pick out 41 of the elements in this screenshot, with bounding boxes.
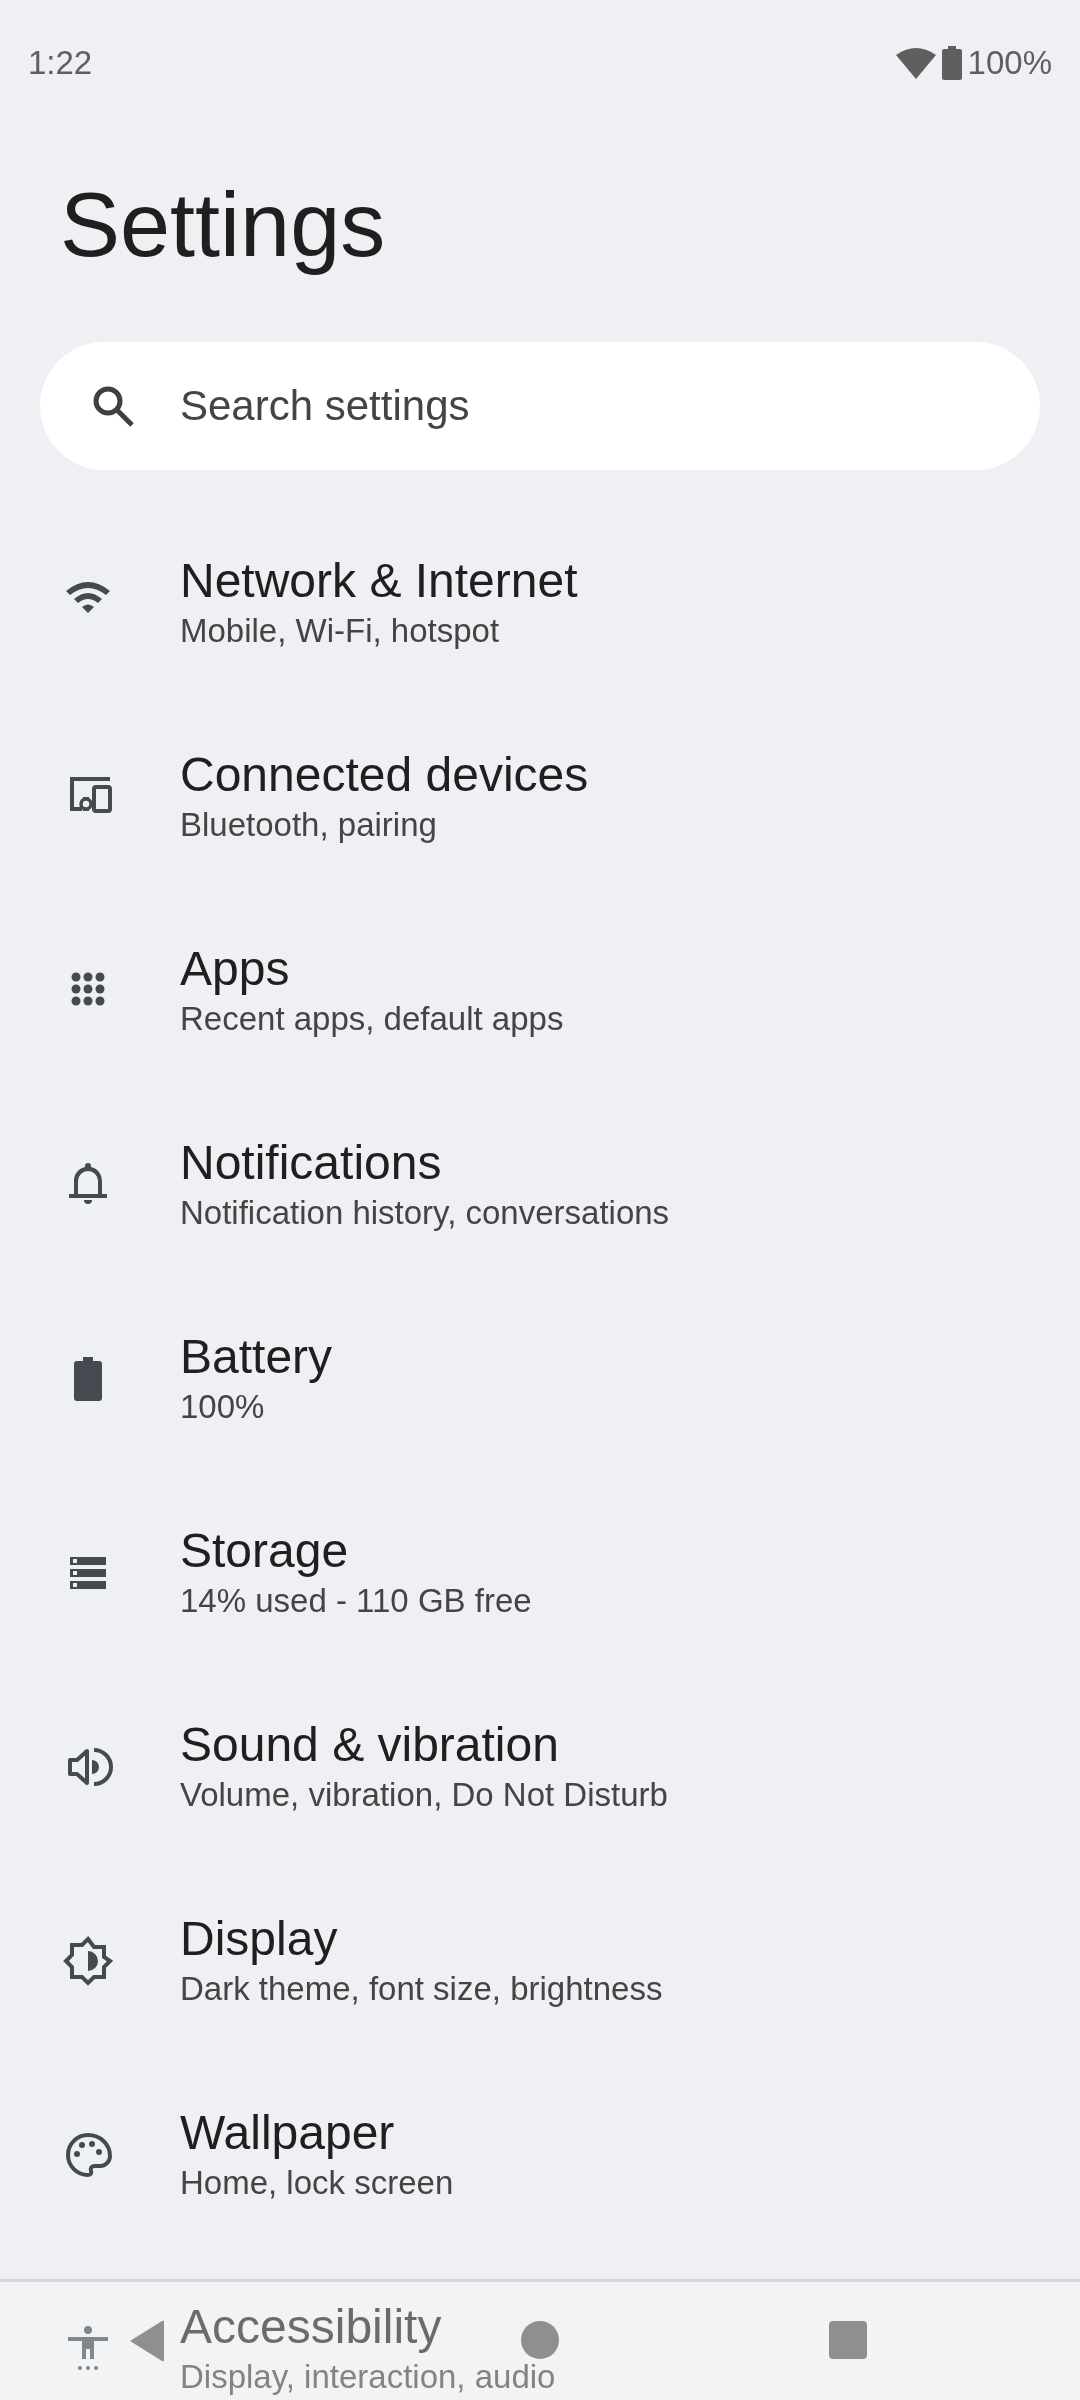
- item-subtitle: Mobile, Wi-Fi, hotspot: [180, 611, 500, 651]
- battery-percentage: 100%: [967, 43, 1052, 82]
- brightness-icon: [62, 1935, 114, 1987]
- search-field[interactable]: Search settings: [178, 381, 1040, 431]
- settings-item[interactable]: Sound & vibration Volume, vibration, Do Not Disturb: [0, 1670, 1080, 1864]
- item-subtitle: Bluetooth, pairing: [180, 805, 437, 845]
- item-title: Storage: [180, 1523, 349, 1579]
- settings-item[interactable]: Display Dark theme, font size, brightness: [0, 1864, 1080, 2058]
- settings-item[interactable]: Notifications Notification history, conversations: [0, 1088, 1080, 1282]
- settings-item[interactable]: Battery 100%: [0, 1282, 1080, 1476]
- page-title: Settings: [60, 174, 386, 277]
- item-title: Wallpaper: [180, 2105, 395, 2161]
- item-title: Connected devices: [180, 747, 589, 803]
- item-title: Sound & vibration: [180, 1717, 559, 1773]
- item-subtitle: Notification history, conversations: [180, 1193, 670, 1233]
- settings-item[interactable]: Network & Internet Mobile, Wi-Fi, hotspot: [0, 506, 1080, 700]
- settings-item[interactable]: Wallpaper Home, lock screen: [0, 2058, 1080, 2252]
- home-button[interactable]: [520, 2320, 560, 2360]
- item-subtitle: 100%: [180, 1387, 265, 1427]
- clock-time: 1:22: [28, 43, 93, 82]
- settings-item[interactable]: Connected devices Bluetooth, pairing: [0, 700, 1080, 894]
- battery-icon: [941, 45, 962, 80]
- item-title: Accessibility: [180, 2299, 442, 2355]
- item-subtitle: Volume, vibration, Do Not Disturb: [180, 1775, 668, 1815]
- item-subtitle: Display, interaction, audio: [180, 2357, 556, 2397]
- recents-button[interactable]: [828, 2320, 868, 2360]
- search-icon: [92, 385, 134, 427]
- settings-item[interactable]: Apps Recent apps, default apps: [0, 894, 1080, 1088]
- settings-item[interactable]: Accessibility Display, interaction, audio: [0, 2252, 1080, 2400]
- item-subtitle: Dark theme, font size, brightness: [180, 1969, 663, 2009]
- item-title: Display: [180, 1911, 338, 1967]
- item-subtitle: 14% used - 110 GB free: [180, 1581, 532, 1621]
- item-title: Battery: [180, 1329, 333, 1385]
- item-title: Network & Internet: [180, 553, 578, 609]
- item-subtitle: Recent apps, default apps: [180, 999, 564, 1039]
- item-subtitle: Home, lock screen: [180, 2163, 454, 2203]
- search-bar[interactable]: Search settings: [40, 342, 1040, 470]
- item-title: Apps: [180, 941, 290, 997]
- item-title: Notifications: [180, 1135, 442, 1191]
- settings-item[interactable]: Storage 14% used - 110 GB free: [0, 1476, 1080, 1670]
- wifi-icon: [895, 46, 936, 79]
